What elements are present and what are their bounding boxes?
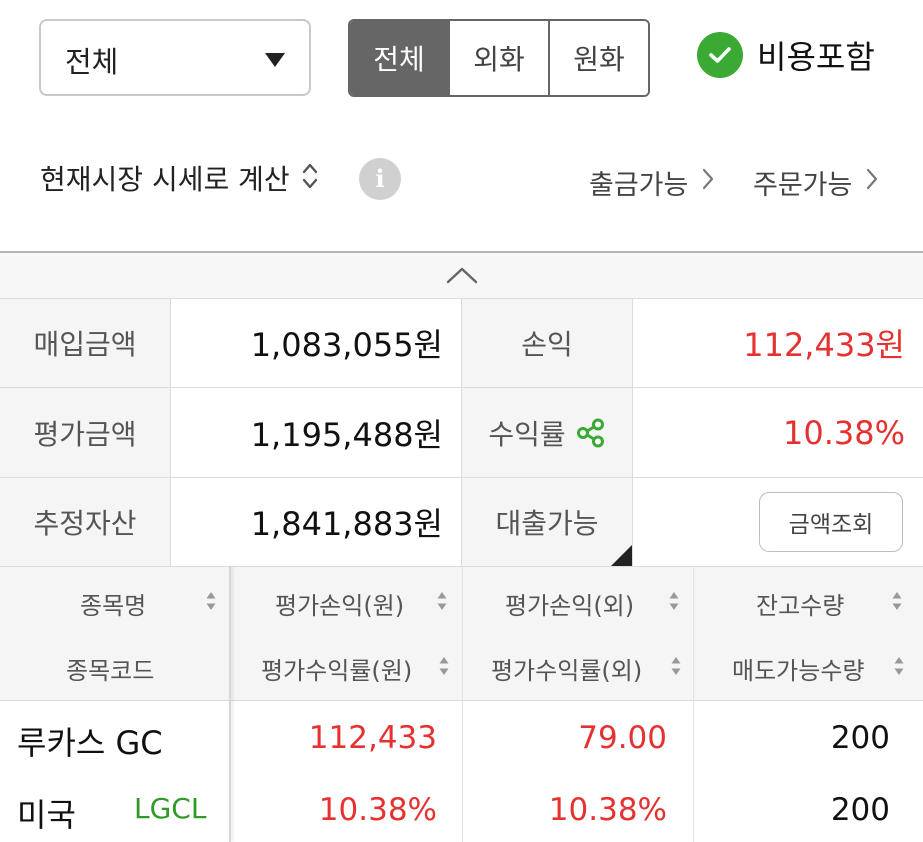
pnl-fx-value: 79.00: [578, 720, 667, 756]
account-filter-dropdown[interactable]: 전체: [39, 19, 311, 96]
pnl-label: 손익: [462, 299, 633, 388]
col-name: 종목명: [80, 592, 147, 620]
tab-won[interactable]: 원화: [548, 21, 648, 95]
col-pnl-krw: 평가손익(원): [275, 592, 405, 620]
col-code: 종목코드: [66, 657, 155, 685]
eval-amount-value: 1,195,488원: [171, 388, 462, 478]
sort-icon: [892, 592, 902, 610]
corner-triangle-icon: [611, 545, 632, 566]
loan-lookup-cell: 금액조회: [633, 478, 923, 567]
check-circle-icon: [697, 32, 743, 78]
withdrawable-label: 출금가능: [589, 170, 689, 201]
header-fx[interactable]: 평가손익(외) 평가수익률(외): [463, 567, 693, 701]
stock-code: LGCL: [134, 792, 207, 825]
sort-icon: [671, 657, 681, 675]
collapse-summary-bar[interactable]: [0, 251, 923, 299]
stock-name: 루카스 GC: [17, 724, 163, 762]
return-rate-cell: 수익률: [462, 388, 633, 478]
est-assets-value: 1,841,883원: [171, 478, 462, 567]
col-pnl-fx: 평가손익(외): [505, 592, 635, 620]
return-krw-value: 10.38%: [318, 792, 437, 828]
loan-available-label: 대출가능: [462, 478, 633, 567]
sort-icon: [437, 592, 447, 610]
caret-down-icon: [265, 53, 285, 67]
return-rate-label: 수익률: [488, 417, 566, 451]
col-qty: 잔고수량: [756, 592, 845, 620]
tab-foreign[interactable]: 외화: [448, 21, 548, 95]
return-fx-value: 10.38%: [548, 792, 667, 828]
col-ret-krw: 평가수익률(원): [261, 657, 413, 685]
eval-amount-label: 평가금액: [0, 388, 171, 478]
sort-icon: [439, 657, 449, 675]
chevron-right-icon: [866, 167, 878, 198]
purchase-amount-label: 매입금액: [0, 299, 171, 388]
pnl-krw-value: 112,433: [308, 720, 437, 756]
header-name-code[interactable]: 종목명 종목코드: [0, 567, 230, 701]
sellable-qty-value: 200: [830, 792, 890, 828]
purchase-amount-value: 1,083,055원: [171, 299, 462, 388]
currency-segmented-control: 전체 외화 원화: [348, 19, 650, 97]
amount-lookup-button[interactable]: 금액조회: [759, 492, 903, 552]
withdrawable-link[interactable]: 출금가능: [589, 163, 714, 202]
dropdown-value: 전체: [65, 45, 119, 79]
header-krw[interactable]: 평가손익(원) 평가수익률(원): [231, 567, 462, 701]
sort-updown-icon: [302, 161, 318, 195]
chevron-up-icon: [446, 267, 478, 284]
share-icon[interactable]: [574, 417, 606, 449]
col-sellable: 매도가능수량: [732, 657, 865, 685]
header-qty[interactable]: 잔고수량 매도가능수량: [694, 567, 923, 701]
sort-icon: [206, 592, 216, 610]
pnl-value: 112,433원: [633, 299, 923, 388]
orderable-link[interactable]: 주문가능: [753, 163, 878, 202]
tab-all[interactable]: 전체: [350, 21, 448, 95]
stock-market: 미국: [17, 796, 76, 834]
orderable-label: 주문가능: [753, 170, 853, 201]
sort-icon: [894, 657, 904, 675]
chevron-right-icon: [702, 167, 714, 198]
fee-include-label: 비용포함: [757, 38, 875, 76]
col-ret-fx: 평가수익률(외): [491, 657, 643, 685]
return-rate-value: 10.38%: [633, 388, 923, 478]
est-assets-label: 추정자산: [0, 478, 171, 567]
calc-mode-selector[interactable]: 현재시장 시세로 계산: [40, 158, 318, 198]
table-row[interactable]: 루카스 GC 미국 LGCL 112,433 10.38% 79.00 10.3…: [0, 702, 923, 842]
info-icon[interactable]: i: [359, 158, 401, 200]
calc-mode-label: 현재시장 시세로 계산: [40, 163, 290, 196]
balance-qty-value: 200: [830, 720, 890, 756]
sort-icon: [669, 592, 679, 610]
fee-include-toggle[interactable]: 비용포함: [697, 32, 875, 78]
